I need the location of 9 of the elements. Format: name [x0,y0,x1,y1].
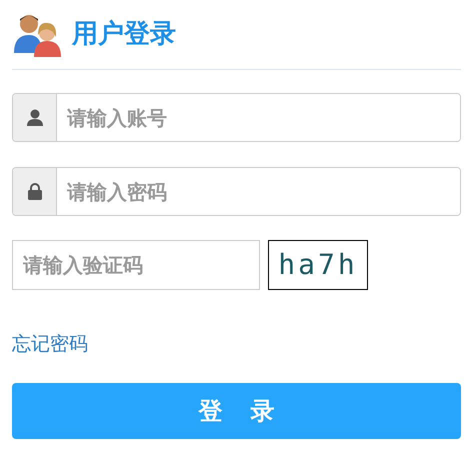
lock-icon [26,183,43,200]
users-icon [12,12,64,56]
page-title: 用户登录 [72,18,176,51]
input-field[interactable]: 请输入账号 [12,93,461,142]
input-field[interactable]: 请输入密码 [12,167,461,216]
user-icon [26,109,43,126]
forgot-password-link[interactable]: 忘记密码 [12,333,88,355]
login-button[interactable]: 登 录 [12,382,461,438]
captcha-image[interactable]: ha7h [268,240,368,290]
